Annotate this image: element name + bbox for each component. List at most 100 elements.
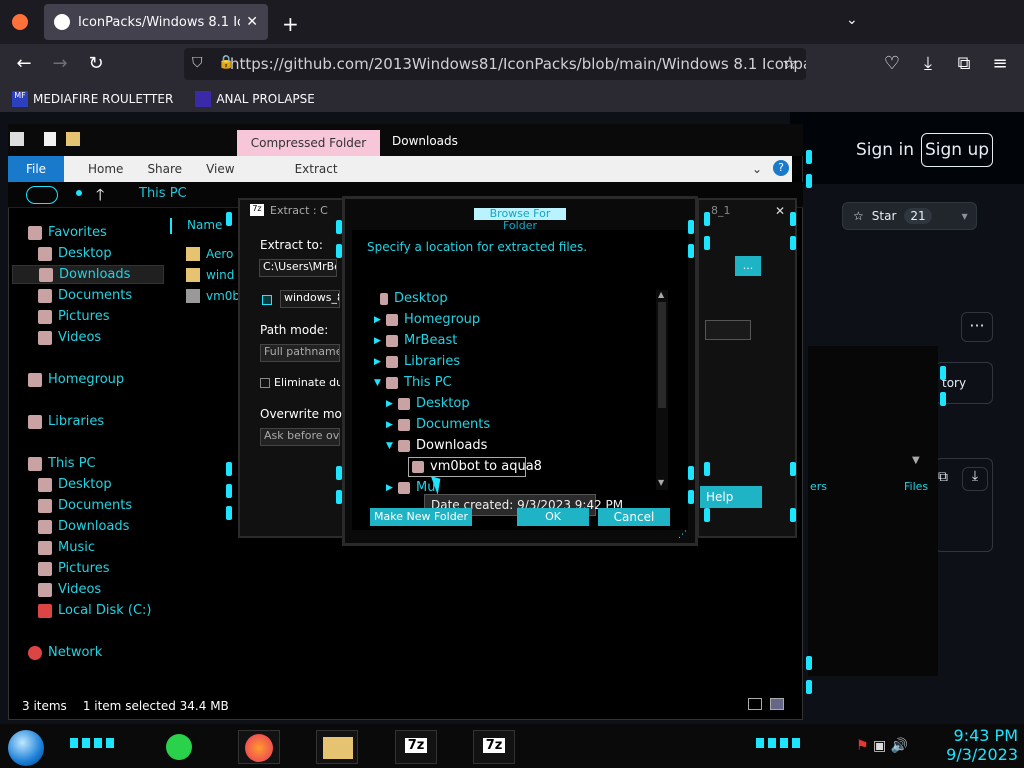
tree-item-libraries[interactable]: ▶ Libraries <box>374 354 460 369</box>
nav-pc-pictures[interactable]: Pictures <box>38 561 109 576</box>
expand-arrow-icon[interactable]: ▶ <box>386 483 398 493</box>
nav-pc-documents[interactable]: Documents <box>38 498 132 513</box>
details-view-icon[interactable] <box>748 698 762 710</box>
nav-this-pc[interactable]: This PC <box>28 456 96 471</box>
taskbar-file-explorer[interactable] <box>316 730 358 764</box>
tree-item-desktop[interactable]: Desktop <box>380 291 448 306</box>
nav-homegroup[interactable]: Homegroup <box>28 372 124 387</box>
nav-network[interactable]: Network <box>28 645 102 660</box>
help-icon[interactable]: ? <box>773 160 789 176</box>
lock-icon[interactable]: 🔒 <box>218 55 234 70</box>
more-options-button[interactable]: ··· <box>961 312 993 342</box>
scroll-down-icon[interactable]: ▼ <box>658 478 664 487</box>
tree-item-music[interactable]: ▶ Mu <box>386 480 435 495</box>
checkbox-box[interactable] <box>260 378 270 388</box>
nav-pc-videos[interactable]: Videos <box>38 582 101 597</box>
ribbon-extract[interactable]: Extract <box>295 162 338 176</box>
resize-grip-icon[interactable]: ⋰ <box>678 530 687 540</box>
close-icon[interactable]: ✕ <box>775 204 785 218</box>
menu-icon[interactable]: ≡ <box>988 52 1012 76</box>
bookmark-star-icon[interactable]: ☆ <box>778 52 802 76</box>
volume-icon[interactable]: 🔊 <box>891 738 908 754</box>
forward-button[interactable]: → <box>48 52 72 76</box>
tree-item-pc-documents[interactable]: ▶ Documents <box>386 417 490 432</box>
downloads-icon[interactable]: ⤓ <box>916 52 940 76</box>
ribbon-expand-icon[interactable]: ⌄ <box>752 162 762 176</box>
reload-button[interactable]: ↻ <box>84 52 108 76</box>
tab-files[interactable]: Files <box>904 480 928 493</box>
back-icon[interactable] <box>26 186 58 204</box>
expand-arrow-icon[interactable]: ▶ <box>374 336 386 346</box>
overwrite-mode-select[interactable]: Ask before ove <box>260 428 340 446</box>
taskbar-notes-app[interactable] <box>158 730 200 764</box>
collapse-arrow-icon[interactable]: ▼ <box>386 441 398 451</box>
folder-icon[interactable] <box>66 132 80 146</box>
cancel-button[interactable]: Cancel <box>598 508 670 526</box>
clock[interactable]: 9:43 PM 9/3/2023 <box>924 726 1018 764</box>
taskbar-7z-2[interactable]: 7z <box>473 730 515 764</box>
nav-pc-downloads[interactable]: Downloads <box>38 519 129 534</box>
nav-pc-music[interactable]: Music <box>38 540 95 555</box>
tree-item-pc-desktop[interactable]: ▶ Desktop <box>386 396 470 411</box>
expand-arrow-icon[interactable]: ▶ <box>386 399 398 409</box>
nav-local-disk[interactable]: Local Disk (C:) <box>38 603 151 618</box>
help-button[interactable]: Help <box>700 486 762 508</box>
breadcrumb-this-pc[interactable]: This PC <box>139 186 187 201</box>
sign-up-button[interactable]: Sign up <box>921 133 993 167</box>
tab-users[interactable]: ers <box>810 480 827 493</box>
nav-documents[interactable]: Documents <box>38 288 132 303</box>
nav-downloads[interactable]: Downloads <box>12 265 164 284</box>
make-new-folder-button[interactable]: Make New Folder <box>370 508 472 526</box>
download-icon[interactable]: ⤓ <box>962 467 988 491</box>
chevron-down-icon[interactable]: ▾ <box>962 209 968 223</box>
network-icon[interactable]: ▣ <box>873 738 886 754</box>
ok-button[interactable]: OK <box>517 508 589 526</box>
file-row[interactable]: vm0b <box>186 289 240 303</box>
nav-pc-desktop[interactable]: Desktop <box>38 477 112 492</box>
file-row[interactable]: Aero <box>186 247 233 261</box>
path-mode-select[interactable]: Full pathnames <box>260 344 340 362</box>
eliminate-duplication-checkbox[interactable]: Eliminate dup <box>260 376 340 389</box>
nav-pictures[interactable]: Pictures <box>38 309 109 324</box>
firefox-icon[interactable] <box>12 14 28 30</box>
tree-item-pc-downloads[interactable]: ▼ Downloads <box>386 438 487 453</box>
ribbon-file[interactable]: File <box>8 156 64 182</box>
pocket-icon[interactable]: ♡ <box>880 52 904 76</box>
ribbon-share[interactable]: Share <box>147 162 182 176</box>
nav-favorites[interactable]: Favorites <box>28 225 107 240</box>
expand-arrow-icon[interactable]: ▶ <box>374 357 386 367</box>
back-button[interactable]: ← <box>12 52 36 76</box>
scroll-thumb[interactable] <box>658 302 666 408</box>
shield-icon[interactable]: ⛉ <box>192 55 203 71</box>
bookmark-mediafire[interactable]: MF MEDIAFIRE ROULETTER <box>12 91 173 107</box>
folder-name-input[interactable]: windows_8 <box>280 290 340 308</box>
ribbon-home[interactable]: Home <box>88 162 123 176</box>
raw-icon[interactable]: ⧉ <box>938 469 948 485</box>
star-button[interactable]: ☆ Star 21 ▾ <box>842 202 977 230</box>
tree-item-this-pc[interactable]: ▼ This PC <box>374 375 452 390</box>
nav-libraries[interactable]: Libraries <box>28 414 104 429</box>
dropdown-arrow-icon[interactable]: ▼ <box>912 455 920 466</box>
tree-item-mrbeast[interactable]: ▶ MrBeast <box>374 333 457 348</box>
large-icons-view-icon[interactable] <box>770 698 784 710</box>
breadcrumb[interactable]: This PC <box>124 186 244 204</box>
file-row[interactable]: wind <box>186 268 234 282</box>
action-center-icon[interactable]: ⚑ <box>856 738 869 754</box>
history-dot-icon[interactable] <box>76 190 82 196</box>
new-tab-button[interactable]: + <box>282 12 299 36</box>
up-arrow-icon[interactable]: 🡑 <box>96 184 104 211</box>
extract-to-input[interactable]: C:\Users\MrBe <box>259 259 337 277</box>
properties-icon[interactable] <box>44 132 56 146</box>
close-icon[interactable]: ✕ <box>246 14 258 30</box>
extensions-icon[interactable]: ⧉ <box>952 52 976 76</box>
expand-arrow-icon[interactable]: ▶ <box>386 420 398 430</box>
ribbon-view[interactable]: View <box>206 162 234 176</box>
compressed-folder-tools-tab[interactable]: Compressed Folder Tools <box>237 130 380 176</box>
browse-button[interactable]: ... <box>735 256 761 276</box>
nav-desktop[interactable]: Desktop <box>38 246 112 261</box>
start-button[interactable] <box>8 730 44 766</box>
nav-videos[interactable]: Videos <box>38 330 101 345</box>
tree-item-homegroup[interactable]: ▶ Homegroup <box>374 312 480 327</box>
expand-arrow-icon[interactable]: ▶ <box>374 315 386 325</box>
browser-tab[interactable]: IconPacks/Windows 8.1 Iconpa ✕ <box>44 4 268 40</box>
